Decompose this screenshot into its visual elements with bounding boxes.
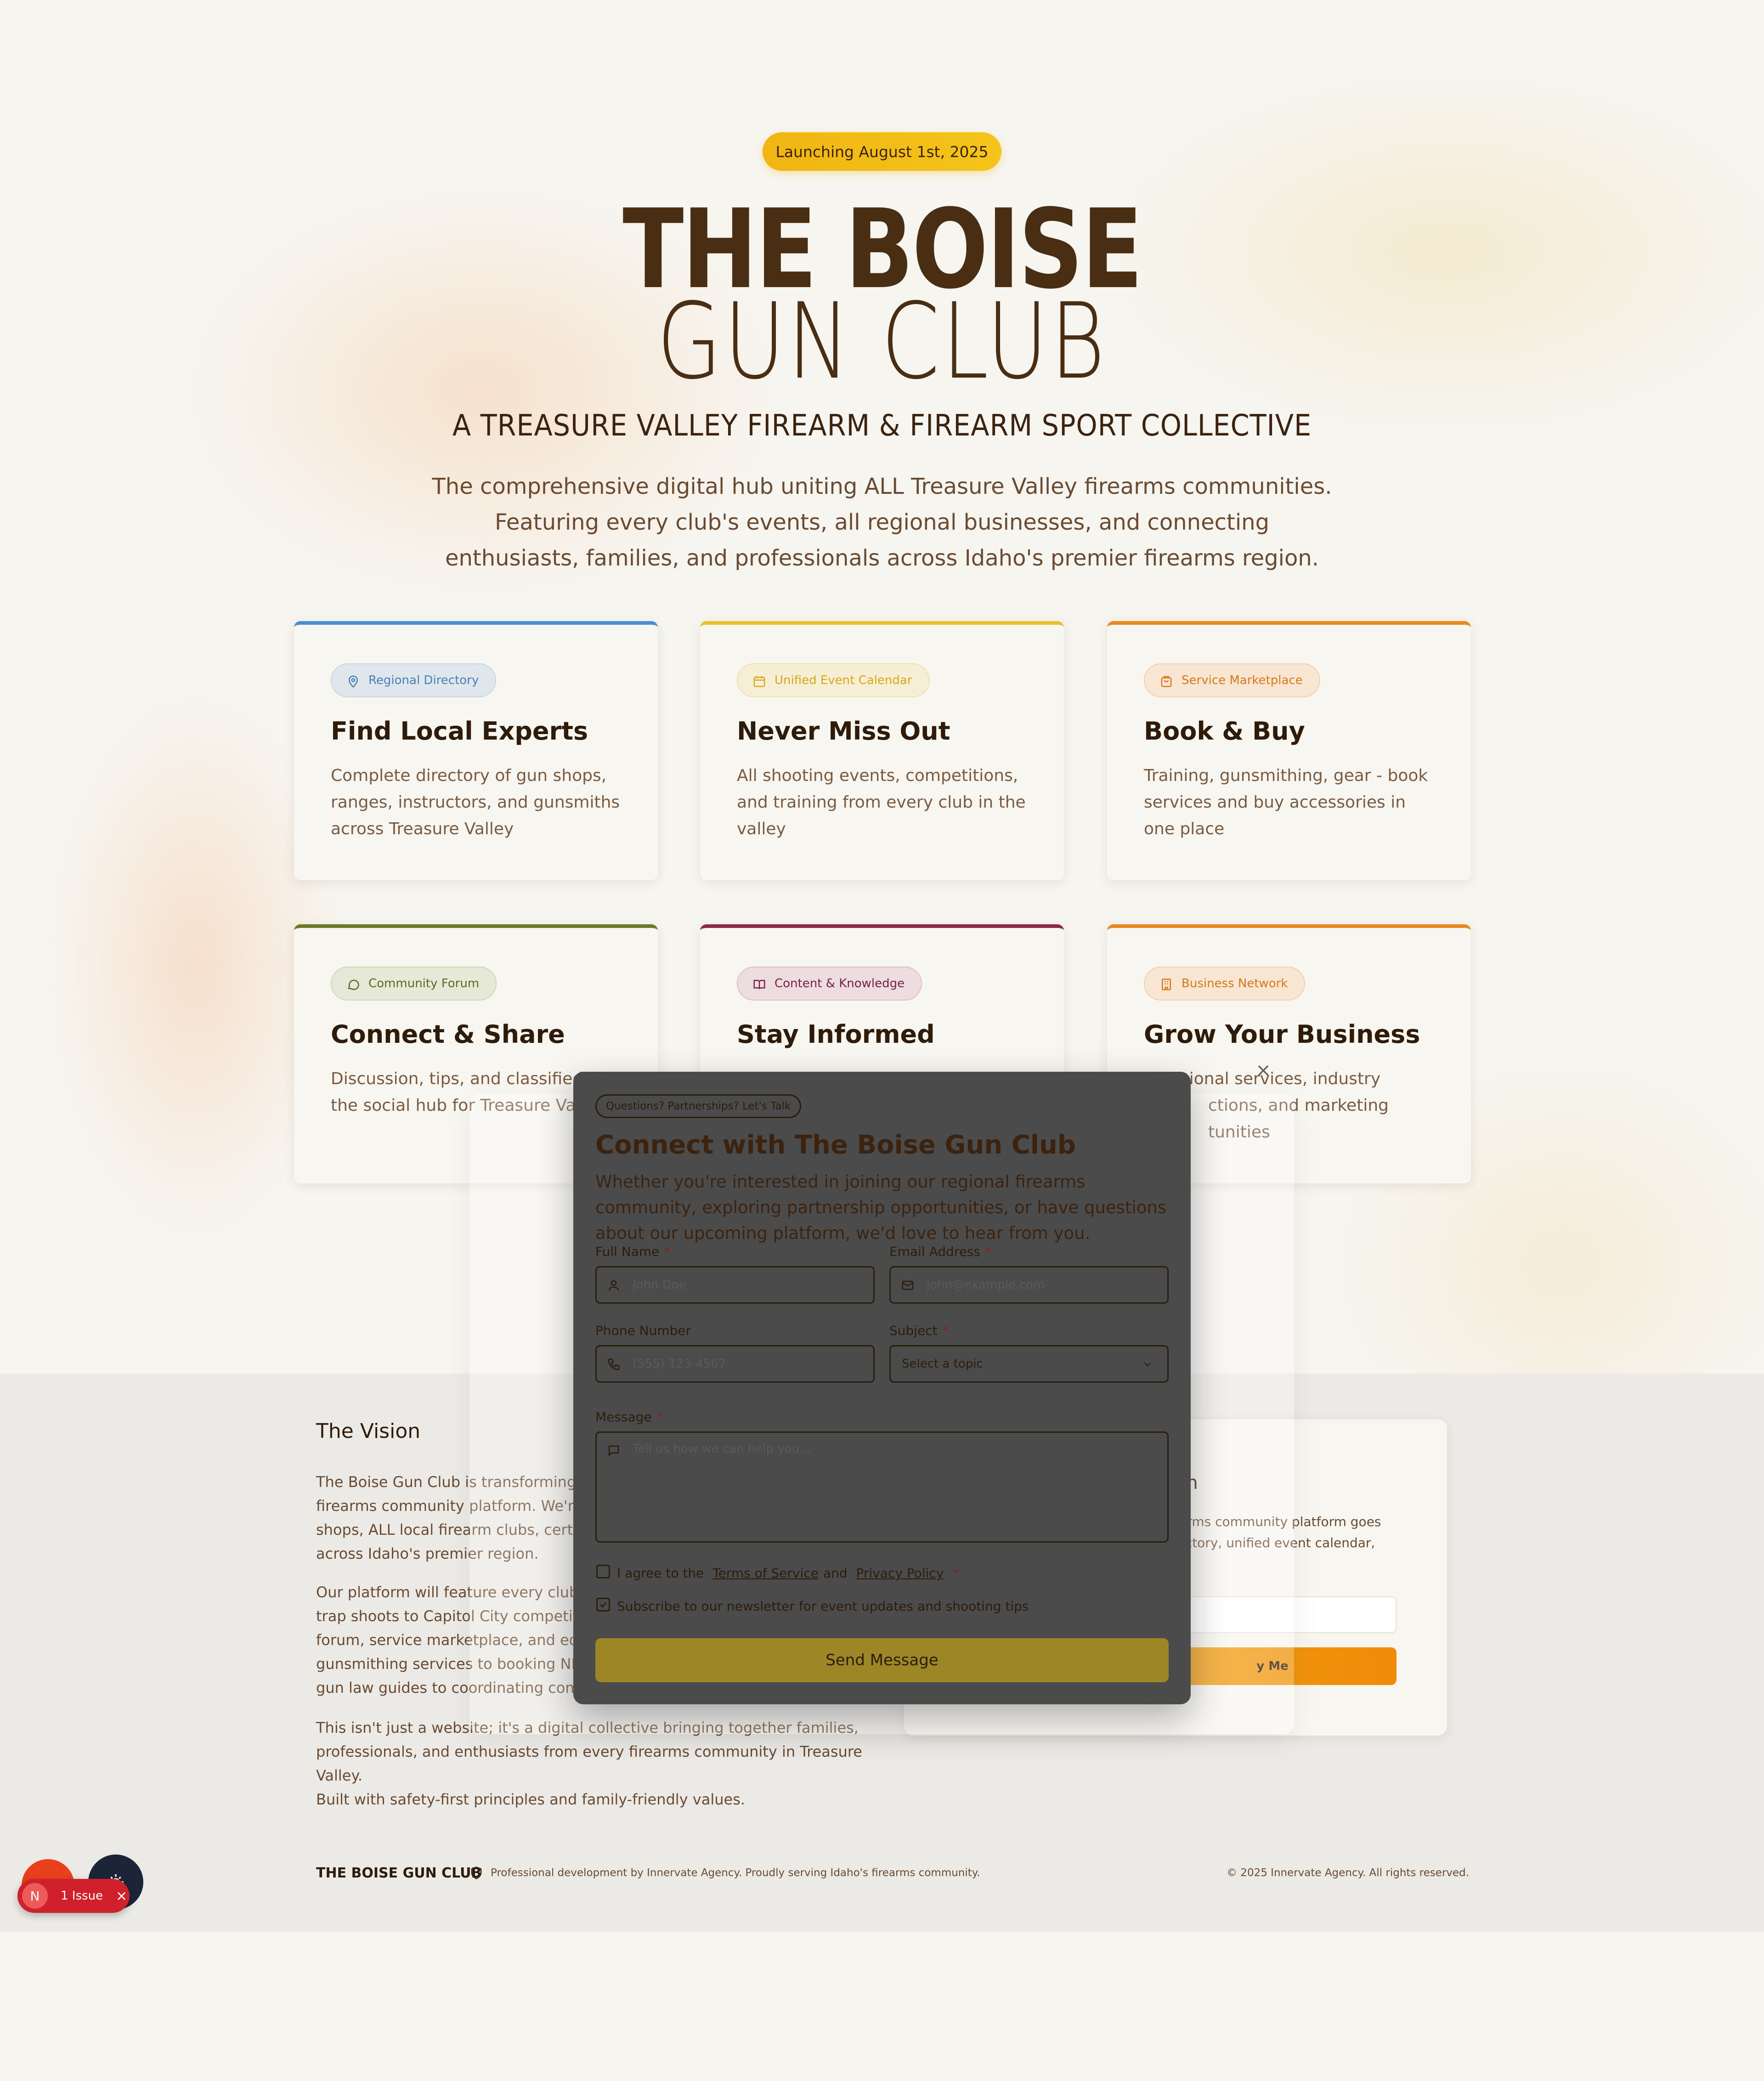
phone-icon <box>608 1358 620 1370</box>
calendar-icon <box>753 676 765 687</box>
feature-title: Never Miss Out <box>737 717 950 746</box>
feature-title: Connect & Share <box>331 1020 565 1049</box>
feature-description: Complete directory of gun shops, ranges,… <box>331 766 620 838</box>
subject-select-value: Select a topic <box>902 1357 983 1371</box>
footer-brand: THE BOISE GUN CLUB <box>316 1865 482 1881</box>
feature-title: Stay Informed <box>737 1020 935 1049</box>
feature-title: Find Local Experts <box>331 717 588 746</box>
full-name-label: Full Name * <box>595 1244 671 1259</box>
feature-description: All shooting events, competitions, and t… <box>737 766 1026 838</box>
shopping-bag-icon <box>1161 676 1172 687</box>
phone-input[interactable] <box>633 1346 862 1381</box>
message-icon <box>608 1445 619 1457</box>
feature-title: Grow Your Business <box>1144 1020 1420 1049</box>
issue-initial: N <box>22 1883 48 1909</box>
launch-badge: Launching August 1st, 2025 <box>763 132 1001 171</box>
close-icon[interactable]: × <box>116 1888 127 1904</box>
page-title-line2: GUN CLUB <box>656 280 1108 402</box>
privacy-link[interactable]: Privacy Policy <box>856 1566 944 1581</box>
feature-badge: Content & Knowledge <box>737 967 922 1001</box>
terms-checkbox[interactable] <box>596 1565 610 1578</box>
subject-select[interactable]: Select a topic <box>889 1345 1169 1383</box>
send-message-button[interactable]: Send Message <box>595 1638 1169 1682</box>
book-icon <box>753 980 765 990</box>
feature-badge: Business Network <box>1144 967 1306 1001</box>
email-label: Email Address * <box>889 1244 992 1259</box>
subject-label: Subject * <box>889 1323 949 1338</box>
tagline: A TREASURE VALLEY FIREARM & FIREARM SPOR… <box>452 409 1312 443</box>
feature-badge: Regional Directory <box>331 663 497 697</box>
terms-link[interactable]: Terms of Service <box>712 1566 819 1581</box>
phone-field[interactable] <box>595 1345 875 1383</box>
shield-icon <box>471 1866 482 1879</box>
checkmark-icon <box>599 1602 607 1608</box>
modal-pill: Questions? Partnerships? Let's Talk <box>595 1094 802 1118</box>
user-icon <box>608 1280 619 1291</box>
full-name-field[interactable] <box>595 1266 875 1304</box>
feature-badge: Unified Event Calendar <box>737 663 930 697</box>
chevron-down-icon <box>1144 1362 1151 1367</box>
newsletter-label: Subscribe to our newsletter for event up… <box>617 1599 1029 1614</box>
feature-description: Training, gunsmithing, gear - book servi… <box>1144 766 1428 838</box>
modal-description: Whether you're interested in joining our… <box>595 1172 1167 1243</box>
building-icon <box>1162 978 1171 990</box>
map-pin-icon <box>348 675 358 688</box>
newsletter-checkbox[interactable] <box>596 1598 610 1612</box>
chat-bubble-icon <box>348 979 359 990</box>
feature-card-directory: Regional Directory Find Local Experts Co… <box>294 621 658 880</box>
feature-card-calendar: Unified Event Calendar Never Miss Out Al… <box>700 621 1064 880</box>
mail-icon <box>902 1281 914 1290</box>
feature-badge: Service Marketplace <box>1144 663 1320 697</box>
message-label: Message * <box>595 1409 663 1425</box>
email-field[interactable] <box>889 1266 1169 1304</box>
footer-credit: Professional development by Innervate Ag… <box>491 1867 980 1879</box>
footer-copyright: © 2025 Innervate Agency. All rights rese… <box>1227 1867 1470 1879</box>
feature-badge: Community Forum <box>331 967 497 1001</box>
modal-title: Connect with The Boise Gun Club <box>595 1130 1076 1160</box>
full-name-input[interactable] <box>633 1267 862 1302</box>
intro-text: The comprehensive digital hub uniting AL… <box>432 474 1332 571</box>
message-field[interactable] <box>595 1431 1169 1543</box>
message-textarea[interactable] <box>633 1433 1156 1534</box>
vision-heading: The Vision <box>316 1419 421 1443</box>
close-icon[interactable]: × <box>1254 1061 1272 1080</box>
feature-title: Book & Buy <box>1144 717 1305 746</box>
terms-label: I agree to the Terms of Service and Priva… <box>617 1566 960 1581</box>
email-input[interactable] <box>927 1267 1156 1302</box>
issue-badge[interactable]: N 1 Issue × <box>17 1879 130 1913</box>
feature-card-marketplace: Service Marketplace Book & Buy Training,… <box>1107 621 1471 880</box>
phone-label: Phone Number <box>595 1323 691 1338</box>
issue-count: 1 Issue <box>61 1889 103 1903</box>
